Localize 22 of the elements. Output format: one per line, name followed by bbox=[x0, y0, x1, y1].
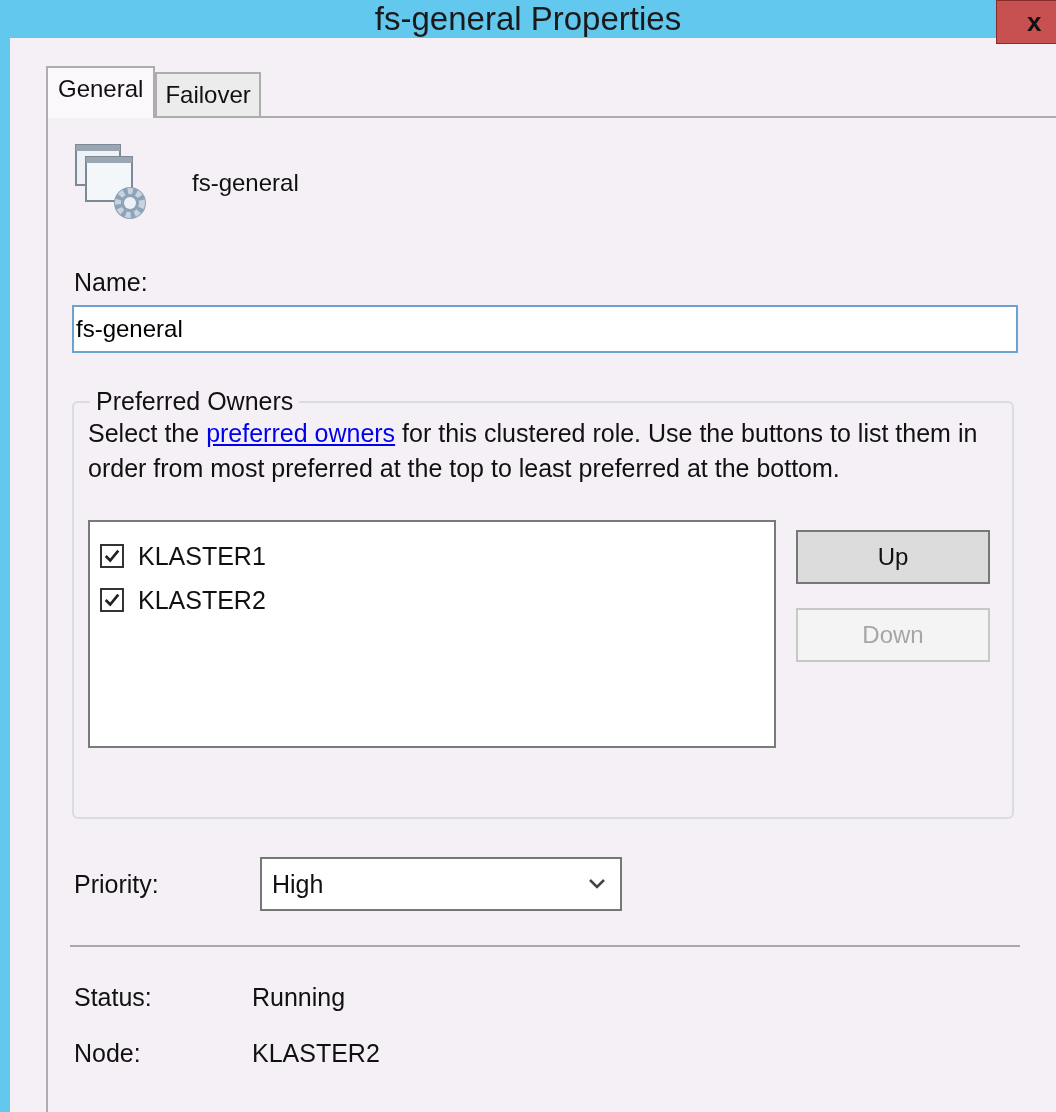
name-field[interactable]: fs-general bbox=[72, 305, 1018, 353]
name-label: Name: bbox=[74, 268, 149, 297]
window-title: fs-general Properties bbox=[374, 0, 682, 38]
description: Select the preferred owners for this clustered role. Use the buttons to list them in order from most preferred at the top to least preferred at the bottom. bbox=[88, 418, 979, 484]
tab[interactable]: Failover bbox=[155, 72, 261, 116]
tab[interactable]: General bbox=[46, 66, 156, 118]
close-button[interactable]: x bbox=[996, 0, 1056, 44]
checkbox[interactable] bbox=[100, 544, 124, 568]
owner-name: KLASTER2 bbox=[138, 585, 266, 615]
info-label: Node: bbox=[74, 1038, 142, 1068]
checkbox[interactable] bbox=[100, 588, 124, 612]
info-label: Status: bbox=[74, 982, 153, 1012]
info-value: Running bbox=[252, 982, 346, 1012]
priority-label: Priority: bbox=[74, 869, 160, 899]
priority-dropdown[interactable]: High bbox=[260, 857, 622, 911]
info-value: KLASTER2 bbox=[252, 1038, 380, 1068]
chevron-down-icon bbox=[588, 878, 606, 890]
preferred-owners-link[interactable]: preferred owners bbox=[206, 419, 396, 447]
move-button[interactable]: Up bbox=[796, 530, 990, 584]
role-name: fs-general bbox=[192, 169, 299, 197]
group-title: Preferred Owners bbox=[95, 387, 295, 416]
owner-name: KLASTER1 bbox=[138, 541, 266, 571]
